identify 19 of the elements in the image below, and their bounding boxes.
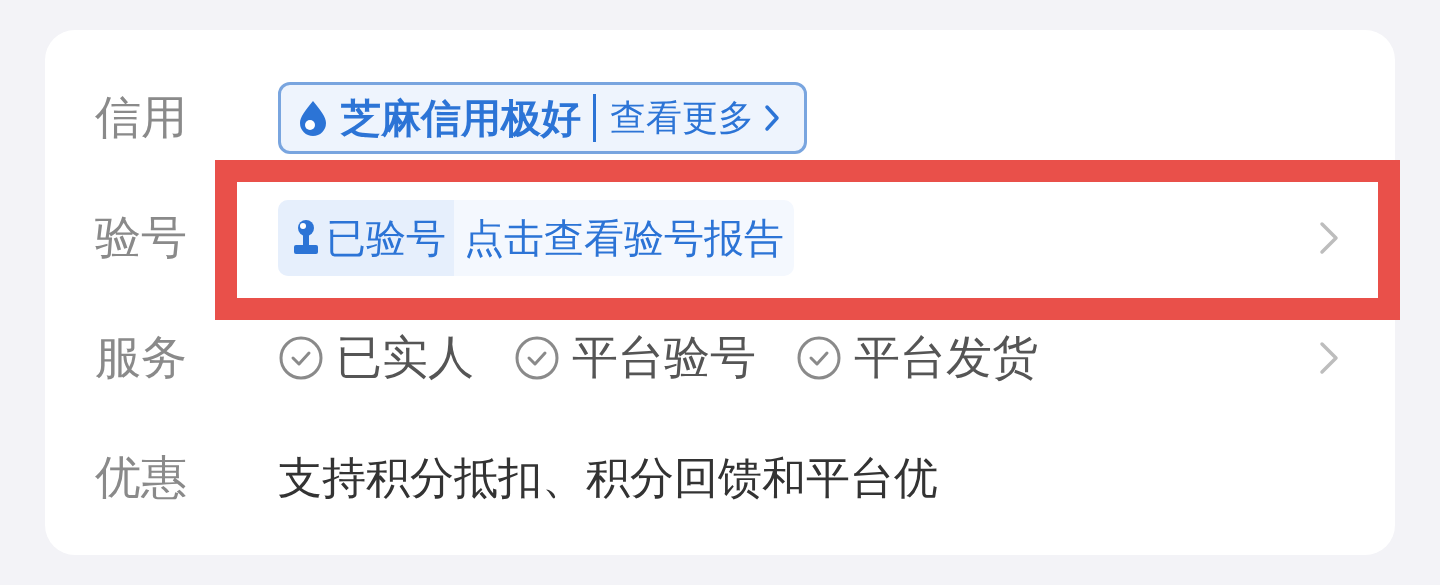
- credit-badge[interactable]: 芝麻信用极好 查看更多: [278, 82, 807, 154]
- service-label: 平台发货: [854, 329, 1038, 386]
- drop-icon: [299, 100, 327, 136]
- check-circle-icon: [796, 335, 842, 381]
- chevron-icon: [764, 104, 780, 132]
- stamp-icon: [292, 219, 320, 257]
- service-label: 平台验号: [572, 329, 756, 386]
- view-more-link[interactable]: 查看更多: [610, 93, 780, 143]
- row-label: 服务: [95, 329, 188, 386]
- service-label: 已实人: [336, 329, 474, 386]
- row-label: 验号: [95, 209, 188, 266]
- check-circle-icon: [514, 335, 560, 381]
- row-label: 优惠: [95, 449, 188, 506]
- check-circle-icon: [278, 335, 324, 381]
- row-label: 信用: [95, 89, 188, 146]
- promo-text: 支持积分抵扣、积分回馈和平台优: [278, 450, 938, 505]
- report-link[interactable]: 点击查看验号报告: [454, 210, 794, 266]
- credit-rating: 芝麻信用极好: [341, 93, 581, 143]
- verified-tag: 已验号: [278, 200, 454, 276]
